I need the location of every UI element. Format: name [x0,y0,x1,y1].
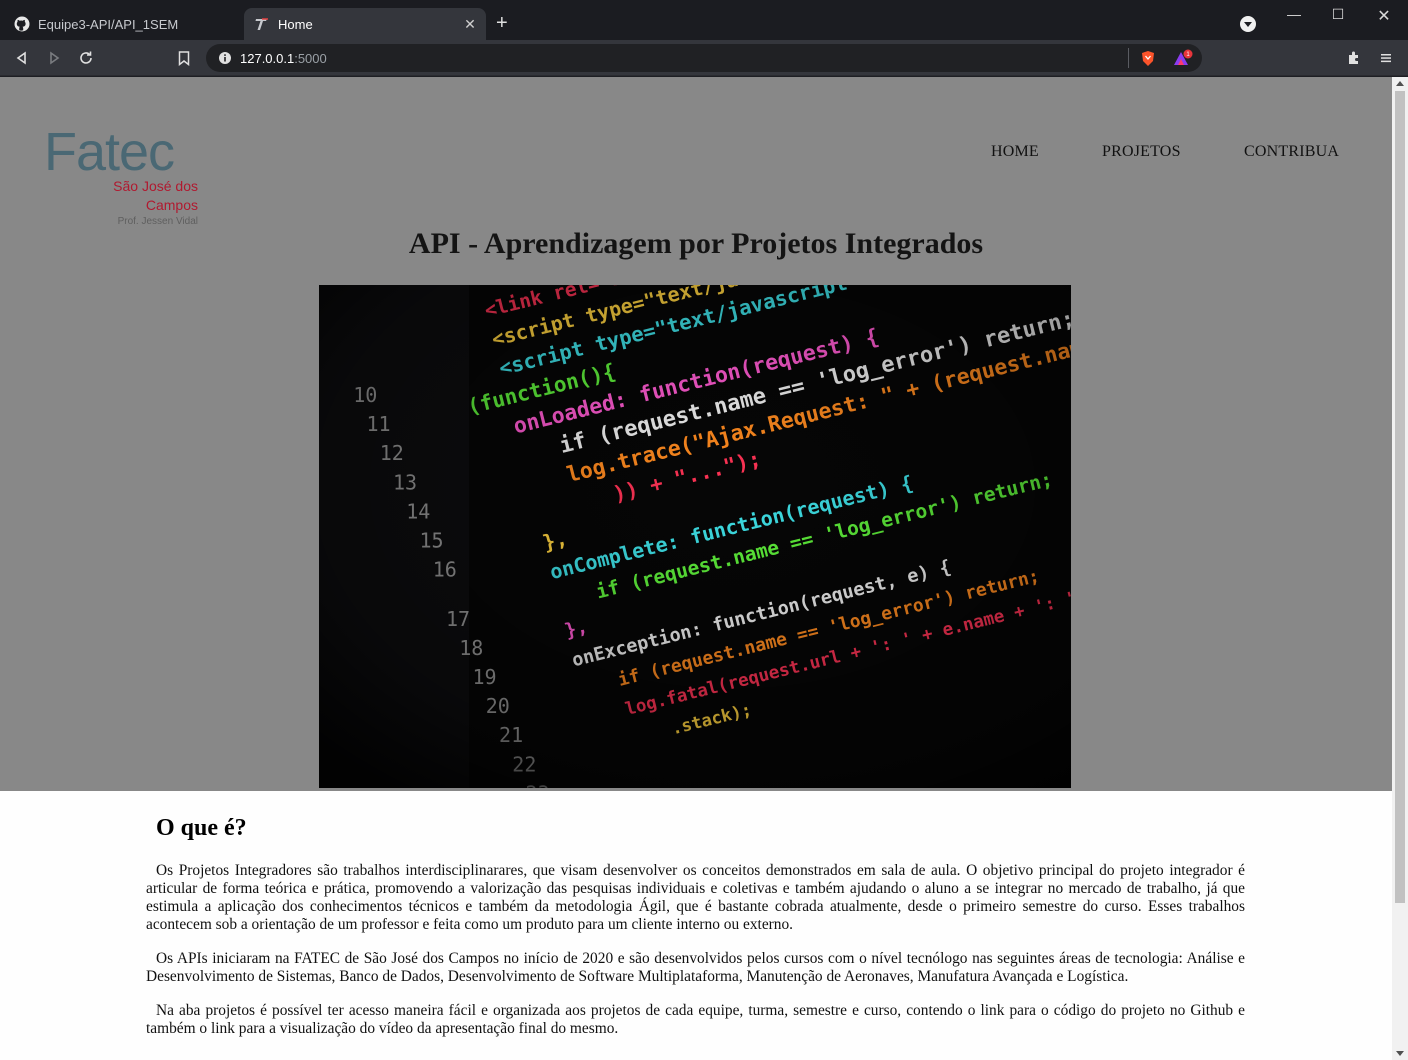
url-port: :5000 [294,50,327,66]
brave-shields-icon[interactable] [1140,50,1156,70]
site-info-icon[interactable] [218,51,232,65]
code-screenshot-svg: <link rel="stylesheet" href="http://loca… [319,285,1071,788]
about-section: O que é? Os Projetos Integradores são tr… [146,815,1245,1054]
scroll-up-icon[interactable] [1396,81,1404,86]
brave-rewards-icon[interactable]: 1 [1172,49,1194,70]
close-window-icon[interactable]: ✕ [1374,6,1394,26]
page-viewport: Fatec São José dos Campos Prof. Jessen V… [0,77,1392,1060]
logo-city-line2: Campos [145,197,198,213]
browser-toolbar: 127.0.0.1:5000 1 [0,40,1408,76]
tab-github[interactable]: Equipe3-API/API_1SEM [4,8,240,40]
tab-search-dropdown-icon[interactable] [1240,16,1256,32]
new-tab-button[interactable]: + [496,13,508,33]
menu-icon[interactable] [1376,48,1396,68]
scroll-down-icon[interactable] [1396,1051,1404,1056]
page-scrollbar[interactable] [1392,77,1408,1060]
github-icon [14,16,30,32]
url-host: 127.0.0.1 [240,50,295,66]
site-favicon-icon [254,16,270,32]
tab-title: Equipe3-API/API_1SEM [38,16,179,32]
paragraph-1: Os Projetos Integradores são trabalhos i… [146,862,1245,933]
bookmark-icon[interactable] [174,48,194,68]
url-divider [1128,48,1129,68]
scroll-thumb[interactable] [1395,91,1405,903]
hero-section: Fatec São José dos Campos Prof. Jessen V… [0,77,1392,791]
paragraph-2: Os APIs iniciaram na FATEC de São José d… [146,950,1245,985]
browser-tab-bar: Equipe3-API/API_1SEM Home ✕ + — ☐ ✕ [0,0,1408,40]
page-title: API - Aprendizagem por Projetos Integrad… [408,227,984,260]
code-screenshot-image: <link rel="stylesheet" href="http://loca… [319,285,1071,788]
tab-home[interactable]: Home ✕ [244,8,486,40]
back-icon[interactable] [12,48,32,68]
tab-title: Home [278,16,313,32]
paragraph-3: Na aba projetos é possível ter acesso ma… [146,1002,1245,1037]
logo-wordmark: Fatec [44,122,175,182]
reload-icon[interactable] [76,48,96,68]
nav-home-link[interactable]: HOME [991,143,1039,161]
close-tab-icon[interactable]: ✕ [462,16,478,32]
fatec-logo[interactable]: Fatec São José dos Campos Prof. Jessen V… [44,122,198,229]
nav-projetos-link[interactable]: PROJETOS [1102,143,1181,161]
forward-icon[interactable] [44,48,64,68]
maximize-icon[interactable]: ☐ [1328,6,1348,23]
address-bar[interactable]: 127.0.0.1:5000 1 [206,44,1202,72]
nav-contribua-link[interactable]: CONTRIBUA [1244,143,1339,161]
minimize-icon[interactable]: — [1284,6,1304,22]
section-title: O que é? [156,815,247,841]
extensions-icon[interactable] [1344,48,1364,68]
